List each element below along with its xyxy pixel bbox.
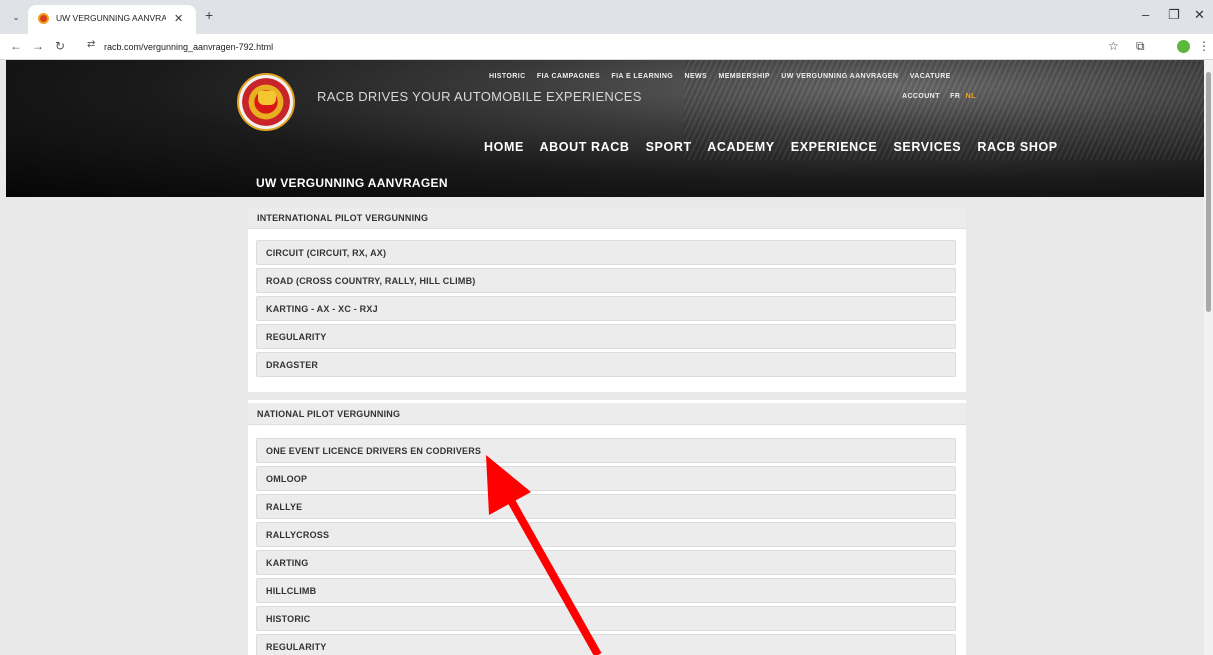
list-item-historic[interactable]: HISTORIC xyxy=(256,606,956,631)
nav-sport[interactable]: SPORT xyxy=(646,140,692,154)
list-item-label: KARTING - AX - XC - RXJ xyxy=(266,304,378,314)
back-icon[interactable]: ← xyxy=(10,39,22,53)
list-item-regularity[interactable]: REGULARITY xyxy=(256,324,956,349)
lang-fr-link[interactable]: FR xyxy=(950,93,960,100)
browser-menu-icon[interactable]: ⋮ xyxy=(1198,39,1210,53)
list-item-label: DRAGSTER xyxy=(266,360,319,370)
top-nav-historic[interactable]: HISTORIC xyxy=(489,73,526,80)
list-item-label: HILLCLIMB xyxy=(266,586,317,596)
list-item-hillclimb[interactable]: HILLCLIMB xyxy=(256,578,956,603)
top-nav-vacature[interactable]: VACATURE xyxy=(910,73,951,80)
top-navigation: HISTORIC FIA CAMPAGNES FIA E LEARNING NE… xyxy=(489,73,960,80)
minimize-icon[interactable]: – xyxy=(1142,7,1149,22)
list-item-label: OMLOOP xyxy=(266,474,308,484)
scrollbar-thumb[interactable] xyxy=(1206,72,1211,312)
favicon-icon xyxy=(38,13,49,24)
page-viewport: RACB DRIVES YOUR AUTOMOBILE EXPERIENCES … xyxy=(0,60,1213,655)
site-tagline: RACB DRIVES YOUR AUTOMOBILE EXPERIENCES xyxy=(317,89,642,104)
section-title: INTERNATIONAL PILOT VERGUNNING xyxy=(257,213,429,223)
nav-about-racb[interactable]: ABOUT RACB xyxy=(540,140,630,154)
list-item-label: HISTORIC xyxy=(266,614,311,624)
licence-content: INTERNATIONAL PILOT VERGUNNING CIRCUIT (… xyxy=(248,207,966,655)
list-item-label: ONE EVENT LICENCE DRIVERS EN CODRIVERS xyxy=(266,446,482,456)
crown-icon xyxy=(258,91,276,105)
list-item-dragster[interactable]: DRAGSTER xyxy=(256,352,956,377)
bookmark-star-icon[interactable]: ☆ xyxy=(1108,39,1119,53)
browser-toolbar: ← → ↻ ⇄ racb.com/vergunning_aanvragen-79… xyxy=(0,34,1213,60)
list-item-circuit[interactable]: CIRCUIT (CIRCUIT, RX, AX) xyxy=(256,240,956,265)
forward-icon[interactable]: → xyxy=(32,39,44,53)
browser-tab[interactable]: UW VERGUNNING AANVRAGEN ✕ xyxy=(28,5,196,34)
extensions-icon[interactable]: ⧉ xyxy=(1136,39,1145,54)
site-header: RACB DRIVES YOUR AUTOMOBILE EXPERIENCES … xyxy=(6,60,1204,197)
list-item-omloop[interactable]: OMLOOP xyxy=(256,466,956,491)
tab-search-icon[interactable]: ⌄ xyxy=(8,9,24,25)
main-navigation: HOME ABOUT RACB SPORT ACADEMY EXPERIENCE… xyxy=(484,140,1070,154)
new-tab-icon[interactable]: + xyxy=(205,7,213,23)
top-nav-fia-campagnes[interactable]: FIA CAMPAGNES xyxy=(537,73,600,80)
site-info-icon[interactable]: ⇄ xyxy=(87,39,95,50)
top-nav-uw-vergunning[interactable]: UW VERGUNNING AANVRAGEN xyxy=(781,73,898,80)
list-item-label: ROAD (CROSS COUNTRY, RALLY, HILL CLIMB) xyxy=(266,276,476,286)
list-item-label: RALLYCROSS xyxy=(266,530,330,540)
list-item-karting-national[interactable]: KARTING xyxy=(256,550,956,575)
nav-racb-shop[interactable]: RACB SHOP xyxy=(977,140,1057,154)
reload-icon[interactable]: ↻ xyxy=(55,39,65,53)
address-bar[interactable]: ⇄ racb.com/vergunning_aanvragen-792.html xyxy=(82,37,1094,57)
section-international-header: INTERNATIONAL PILOT VERGUNNING xyxy=(248,207,966,229)
nav-home[interactable]: HOME xyxy=(484,140,524,154)
list-item-label: REGULARITY xyxy=(266,642,327,652)
url-text: racb.com/vergunning_aanvragen-792.html xyxy=(104,42,274,52)
nav-experience[interactable]: EXPERIENCE xyxy=(791,140,878,154)
tab-title: UW VERGUNNING AANVRAGEN xyxy=(56,13,166,23)
section-title: NATIONAL PILOT VERGUNNING xyxy=(257,409,401,419)
list-item-rallycross[interactable]: RALLYCROSS xyxy=(256,522,956,547)
list-item-one-event[interactable]: ONE EVENT LICENCE DRIVERS EN CODRIVERS xyxy=(256,438,956,463)
profile-avatar-icon[interactable] xyxy=(1177,40,1190,53)
list-item-karting[interactable]: KARTING - AX - XC - RXJ xyxy=(256,296,956,321)
tab-close-icon[interactable]: ✕ xyxy=(174,12,183,25)
section-national-header: NATIONAL PILOT VERGUNNING xyxy=(248,403,966,425)
racb-logo-icon[interactable] xyxy=(237,73,295,131)
page-title: UW VERGUNNING AANVRAGEN xyxy=(256,176,448,190)
list-item-rallye[interactable]: RALLYE xyxy=(256,494,956,519)
list-item-label: KARTING xyxy=(266,558,309,568)
section-divider xyxy=(248,392,966,400)
list-item-regularity-national[interactable]: REGULARITY xyxy=(256,634,956,655)
top-nav-membership[interactable]: MEMBERSHIP xyxy=(718,73,769,80)
list-item-road[interactable]: ROAD (CROSS COUNTRY, RALLY, HILL CLIMB) xyxy=(256,268,956,293)
nav-academy[interactable]: ACADEMY xyxy=(707,140,774,154)
list-item-label: REGULARITY xyxy=(266,332,327,342)
window-close-icon[interactable]: ✕ xyxy=(1194,7,1205,23)
list-item-label: CIRCUIT (CIRCUIT, RX, AX) xyxy=(266,248,387,258)
account-link[interactable]: ACCOUNT xyxy=(902,93,940,100)
nav-services[interactable]: SERVICES xyxy=(893,140,961,154)
account-bar: ACCOUNT FR NL xyxy=(902,93,976,100)
restore-icon[interactable]: ❐ xyxy=(1168,7,1180,23)
top-nav-news[interactable]: NEWS xyxy=(685,73,708,80)
browser-tab-bar: ⌄ UW VERGUNNING AANVRAGEN ✕ + – ❐ ✕ xyxy=(0,0,1213,34)
list-item-label: RALLYE xyxy=(266,502,303,512)
page-scrollbar[interactable] xyxy=(1204,60,1213,655)
top-nav-fia-e-learning[interactable]: FIA E LEARNING xyxy=(611,73,673,80)
lang-nl-link[interactable]: NL xyxy=(966,93,976,100)
